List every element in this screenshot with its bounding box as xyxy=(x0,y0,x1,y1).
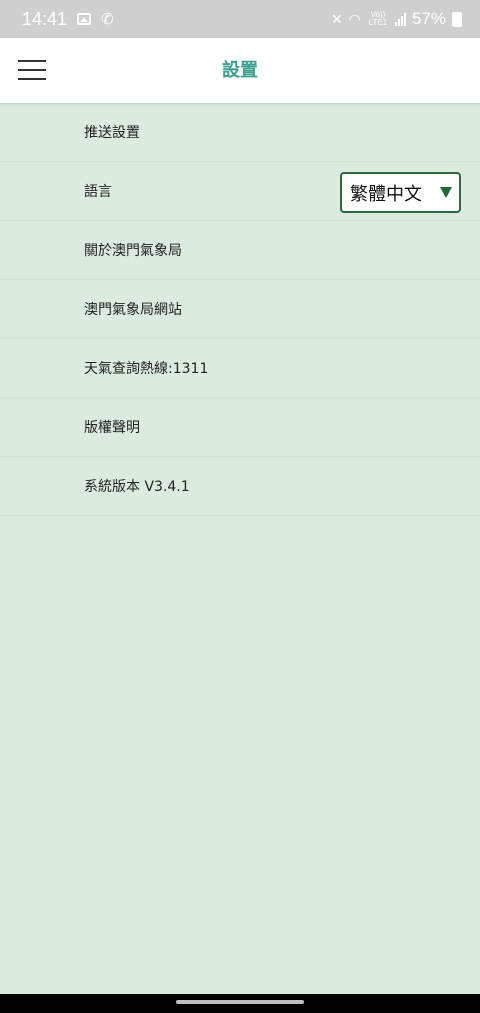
gallery-notification-icon xyxy=(77,13,92,25)
call-forward-icon: ✆ xyxy=(101,11,114,28)
settings-item-website[interactable]: 澳門氣象局網站 xyxy=(0,280,480,339)
wifi-icon: ◠ xyxy=(348,10,361,27)
settings-item-label: 澳門氣象局網站 xyxy=(84,302,182,318)
app-bar: 設置 xyxy=(0,38,480,103)
settings-item-label: 系統版本 V3.4.1 xyxy=(84,479,190,495)
settings-item-label: 語言 xyxy=(84,184,112,200)
settings-item-label: 推送設置 xyxy=(84,125,140,141)
status-left: 14:41 ✆ xyxy=(22,9,114,30)
page-title: 設置 xyxy=(222,60,258,81)
status-right: ✕ ◠ Vo)) LTE1 57% xyxy=(331,9,462,29)
settings-item-about[interactable]: 關於澳門氣象局 xyxy=(0,221,480,280)
mute-icon: ✕ xyxy=(331,10,343,27)
settings-item-language: 語言 繁體中文 xyxy=(0,162,480,221)
settings-item-label: 版權聲明 xyxy=(84,420,140,436)
settings-item-label: 天氣查詢熱線:1311 xyxy=(84,361,209,377)
settings-item-version: 系統版本 V3.4.1 xyxy=(0,457,480,516)
language-select-value: 繁體中文 xyxy=(350,183,422,205)
home-gesture-handle[interactable] xyxy=(176,1000,304,1004)
battery-percent: 57% xyxy=(411,9,446,28)
settings-content: 推送設置 語言 繁體中文 關於澳門氣象局 澳門氣象局網站 天氣查詢熱線:1311… xyxy=(0,103,480,994)
dropdown-caret-icon xyxy=(440,187,452,198)
status-bar: 14:41 ✆ ✕ ◠ Vo)) LTE1 57% xyxy=(0,0,480,38)
settings-item-push[interactable]: 推送設置 xyxy=(0,103,480,162)
signal-strength-icon xyxy=(394,12,406,26)
battery-icon xyxy=(452,11,462,27)
navigation-bar xyxy=(0,994,480,1013)
settings-item-copyright[interactable]: 版權聲明 xyxy=(0,398,480,457)
status-time: 14:41 xyxy=(22,8,68,29)
settings-list: 推送設置 語言 繁體中文 關於澳門氣象局 澳門氣象局網站 天氣查詢熱線:1311… xyxy=(0,103,480,516)
language-select[interactable]: 繁體中文 xyxy=(340,172,461,213)
settings-item-hotline[interactable]: 天氣查詢熱線:1311 xyxy=(0,339,480,398)
settings-item-label: 關於澳門氣象局 xyxy=(84,243,182,259)
volte-lte-icon: Vo)) LTE1 xyxy=(368,10,388,27)
